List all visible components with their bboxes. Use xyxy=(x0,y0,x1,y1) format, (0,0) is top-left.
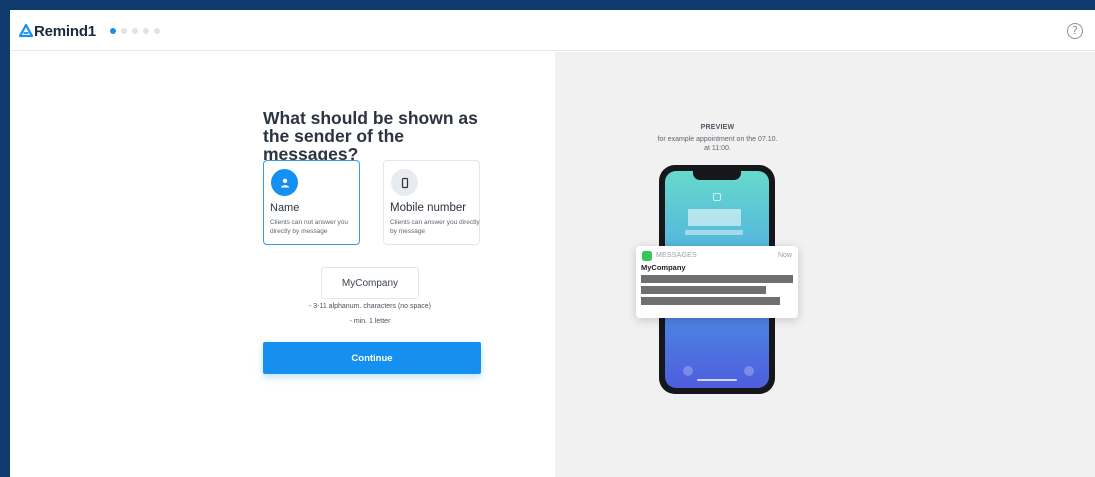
continue-button[interactable]: Continue xyxy=(263,342,481,374)
step-indicator xyxy=(110,28,160,34)
preview-subtitle: for example appointment on the 07.10. at… xyxy=(657,136,778,152)
messages-app-icon xyxy=(642,251,652,261)
lock-icon xyxy=(713,193,721,201)
sender-settings-panel: What should be shown as the sender of th… xyxy=(10,52,555,477)
logo: Remind1 xyxy=(19,21,96,41)
help-icon[interactable]: ? xyxy=(1067,23,1083,39)
camera-icon xyxy=(744,366,754,376)
notification-text-placeholder xyxy=(641,286,766,294)
option-description-name: Clients can not answer you directly by m… xyxy=(270,219,349,235)
step-dot-4 xyxy=(143,28,149,34)
notification-text-placeholder xyxy=(641,275,793,283)
option-title-name: Name xyxy=(270,202,300,214)
option-title-mobile-number: Mobile number xyxy=(390,202,467,214)
home-indicator xyxy=(697,379,737,381)
top-bar: Remind1 ? xyxy=(10,10,1095,51)
flashlight-icon xyxy=(683,366,693,376)
preview-title: PREVIEW xyxy=(700,124,735,131)
logo-icon xyxy=(19,24,33,38)
notification-card: MESSAGES Now MyCompany xyxy=(636,246,798,318)
app-window: Remind1 ? What should be shown as the se… xyxy=(10,10,1095,477)
option-description-mobile-number: Clients can answer you directly by messa… xyxy=(390,219,480,235)
step-dot-1 xyxy=(110,28,116,34)
rule-text-characters: - 3-11 alphanum. characters (no space) xyxy=(308,303,432,310)
smartphone-icon xyxy=(391,169,418,196)
step-dot-2 xyxy=(121,28,127,34)
step-dot-3 xyxy=(132,28,138,34)
rule-text-letter: - min. 1 letter xyxy=(349,318,391,325)
screen-placeholder-line xyxy=(685,230,743,235)
logo-text: Remind1 xyxy=(34,22,96,40)
sender-name-input[interactable] xyxy=(321,267,419,299)
user-icon xyxy=(271,169,298,196)
phone-notch xyxy=(693,171,741,180)
preview-panel: PREVIEW for example appointment on the 0… xyxy=(555,52,1095,477)
option-card-mobile-number[interactable]: Mobile number Clients can answer you dir… xyxy=(383,160,480,245)
notification-time: Now xyxy=(777,252,792,259)
screen-placeholder-block xyxy=(688,209,741,226)
notification-sender: MyCompany xyxy=(641,263,686,272)
notification-app-name: MESSAGES xyxy=(656,252,697,259)
page-title: What should be shown as the sender of th… xyxy=(263,108,478,164)
notification-text-placeholder xyxy=(641,297,780,305)
option-card-name[interactable]: Name Clients can not answer you directly… xyxy=(263,160,360,245)
step-dot-5 xyxy=(154,28,160,34)
